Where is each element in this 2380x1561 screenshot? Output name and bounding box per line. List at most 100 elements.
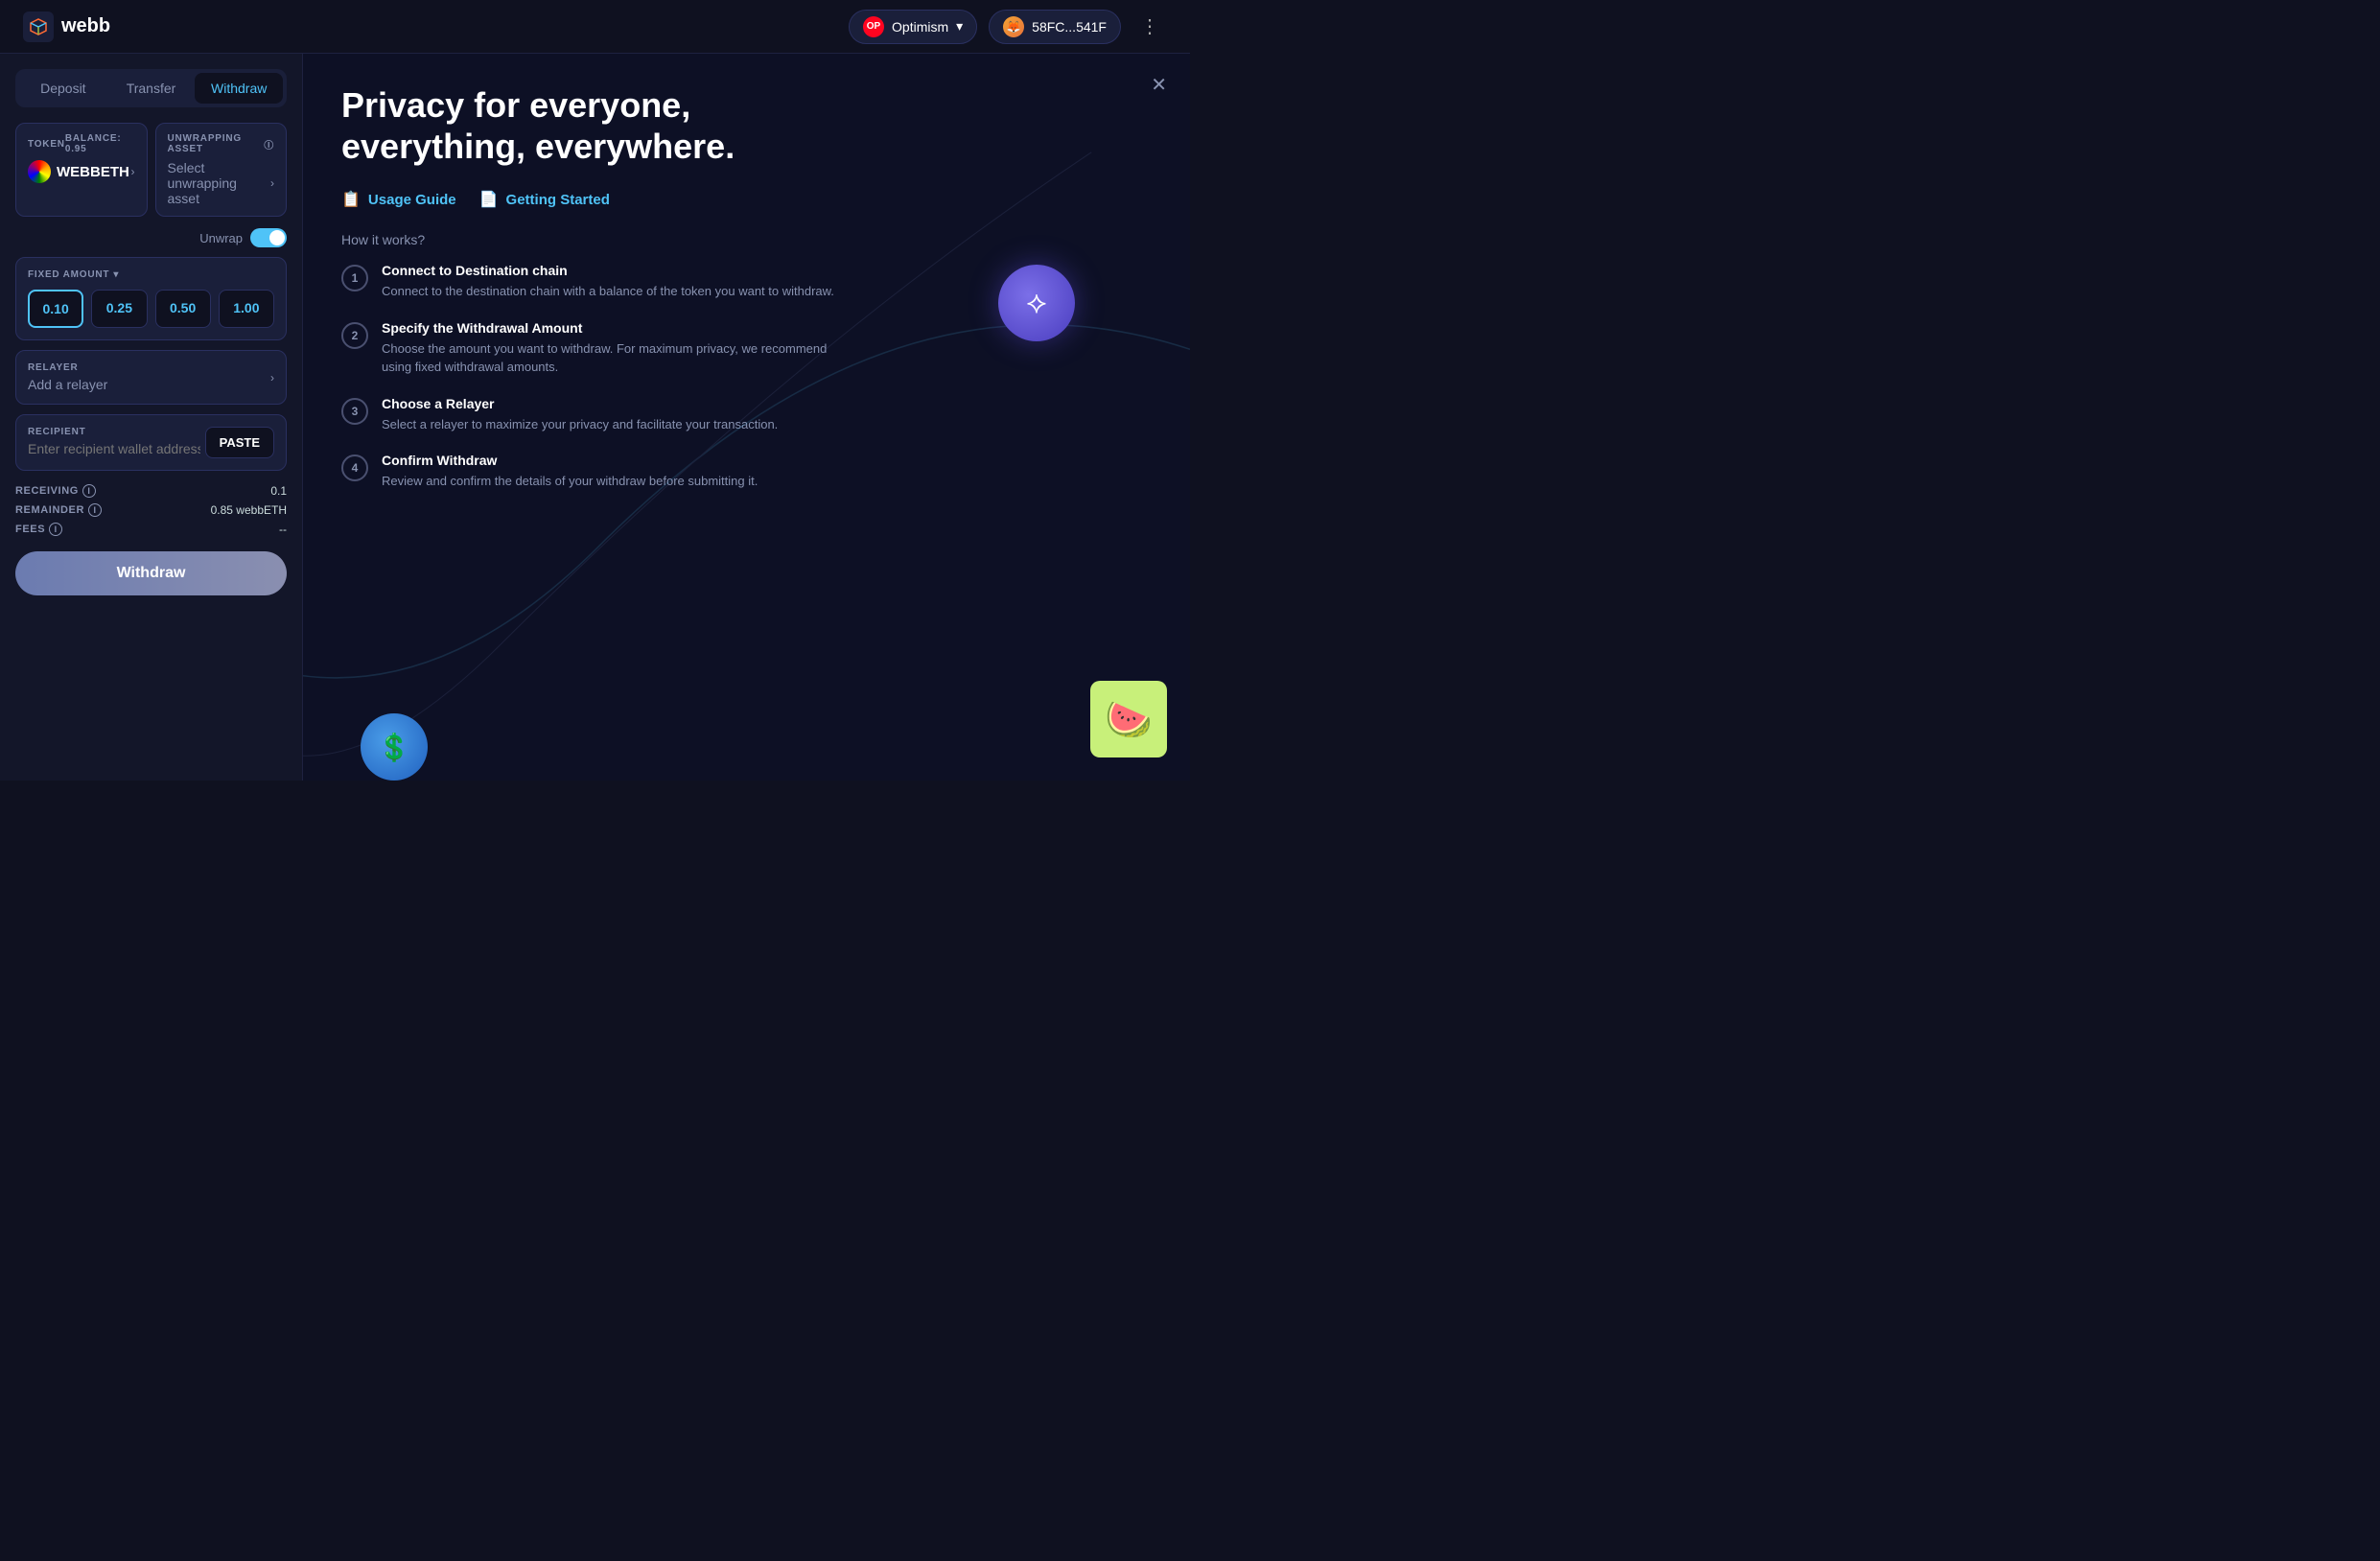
step-3-number: 3 <box>341 398 368 425</box>
usage-guide-icon: 📋 <box>341 190 361 209</box>
receiving-key: RECEIVING i <box>15 484 96 498</box>
hero-title: Privacy for everyone, everything, everyw… <box>341 84 878 167</box>
step-3-content: Choose a Relayer Select a relayer to max… <box>382 396 778 434</box>
eth-symbol: ⟡ <box>1026 285 1046 321</box>
right-panel: ✕ Privacy for everyone, everything, ever… <box>303 54 1190 780</box>
balance-label: BALANCE: 0.95 <box>65 133 135 154</box>
nav-right: OP Optimism ▾ 🦊 58FC...541F ⋮ <box>849 10 1167 44</box>
token-icon <box>28 160 51 183</box>
coin-orb-decoration: 💲 <box>361 713 428 780</box>
unwrapping-label: UNWRAPPING ASSET ⓘ <box>168 133 275 154</box>
step-2-description: Choose the amount you want to withdraw. … <box>382 339 842 377</box>
token-name: WEBBETH <box>57 164 129 180</box>
tab-withdraw[interactable]: Withdraw <box>195 73 283 104</box>
amount-btn-0[interactable]: 0.10 <box>28 290 83 328</box>
recipient-left: RECIPIENT <box>28 427 200 458</box>
token-value-row: WEBBETH › <box>28 160 135 183</box>
step-2-number: 2 <box>341 322 368 349</box>
close-button[interactable]: ✕ <box>1151 73 1167 97</box>
amount-grid: 0.10 0.25 0.50 1.00 <box>28 290 274 328</box>
chain-chevron-icon: ▾ <box>956 18 963 35</box>
unwrapping-asset-box[interactable]: UNWRAPPING ASSET ⓘ Select unwrapping ass… <box>155 123 288 217</box>
step-4-title: Confirm Withdraw <box>382 453 758 468</box>
step-4-content: Confirm Withdraw Review and confirm the … <box>382 453 758 491</box>
tab-bar: Deposit Transfer Withdraw <box>15 69 287 107</box>
relayer-label: RELAYER <box>28 362 107 373</box>
amount-btn-3[interactable]: 1.00 <box>219 290 274 328</box>
usage-guide-label: Usage Guide <box>368 192 456 208</box>
unwrapping-value-row: Select unwrapping asset › <box>168 160 275 206</box>
withdraw-button[interactable]: Withdraw <box>15 551 287 595</box>
recipient-label: RECIPIENT <box>28 427 200 437</box>
more-options-button[interactable]: ⋮ <box>1132 11 1167 42</box>
remainder-value: 0.85 webbETH <box>211 503 287 517</box>
step-4: 4 Confirm Withdraw Review and confirm th… <box>341 453 1152 491</box>
amount-label: FIXED AMOUNT ▾ <box>28 269 274 280</box>
step-3-title: Choose a Relayer <box>382 396 778 411</box>
info-rows: RECEIVING i 0.1 REMAINDER i 0.85 webbETH… <box>15 484 287 536</box>
left-panel: Deposit Transfer Withdraw TOKEN BALANCE:… <box>0 54 303 780</box>
wallet-address: 58FC...541F <box>1032 19 1107 35</box>
amount-section: FIXED AMOUNT ▾ 0.10 0.25 0.50 1.00 <box>15 257 287 340</box>
tab-deposit[interactable]: Deposit <box>19 73 107 104</box>
wallet-button[interactable]: 🦊 58FC...541F <box>989 10 1121 44</box>
guide-tabs: 📋 Usage Guide 📄 Getting Started <box>341 190 1152 213</box>
amount-btn-1[interactable]: 0.25 <box>91 290 147 328</box>
paste-button[interactable]: PASTE <box>205 427 274 458</box>
fees-info-icon: i <box>49 523 62 536</box>
token-box[interactable]: TOKEN BALANCE: 0.95 WEBBETH › <box>15 123 148 217</box>
step-1-description: Connect to the destination chain with a … <box>382 282 834 301</box>
recipient-box: RECIPIENT PASTE <box>15 414 287 471</box>
main-layout: Deposit Transfer Withdraw TOKEN BALANCE:… <box>0 54 1190 780</box>
remainder-info-icon: i <box>88 503 102 517</box>
chain-selector-button[interactable]: OP Optimism ▾ <box>849 10 977 44</box>
relayer-placeholder: Add a relayer <box>28 377 107 392</box>
step-1-content: Connect to Destination chain Connect to … <box>382 263 834 301</box>
receiving-value: 0.1 <box>270 484 287 498</box>
unwrap-toggle-row: Unwrap <box>15 228 287 247</box>
step-2-title: Specify the Withdrawal Amount <box>382 320 842 336</box>
remainder-row: REMAINDER i 0.85 webbETH <box>15 503 287 517</box>
toggle-knob <box>269 230 285 245</box>
remainder-key: REMAINDER i <box>15 503 102 517</box>
token-row: TOKEN BALANCE: 0.95 WEBBETH › UNWRAPPING… <box>15 123 287 217</box>
token-inner: WEBBETH <box>28 160 129 183</box>
getting-started-label: Getting Started <box>506 192 610 208</box>
op-indicator: OP <box>863 16 884 37</box>
getting-started-icon: 📄 <box>479 190 499 209</box>
info-icon: ⓘ <box>264 137 274 151</box>
wallet-avatar: 🦊 <box>1003 16 1024 37</box>
step-4-description: Review and confirm the details of your w… <box>382 472 758 491</box>
amount-dropdown[interactable]: FIXED AMOUNT ▾ <box>28 269 119 280</box>
receiving-row: RECEIVING i 0.1 <box>15 484 287 498</box>
eth-orb-decoration: ⟡ <box>998 265 1075 341</box>
chain-label: Optimism <box>892 19 948 35</box>
step-2-content: Specify the Withdrawal Amount Choose the… <box>382 320 842 377</box>
step-3: 3 Choose a Relayer Select a relayer to m… <box>341 396 1152 434</box>
tab-transfer[interactable]: Transfer <box>107 73 196 104</box>
step-3-description: Select a relayer to maximize your privac… <box>382 415 778 434</box>
pixel-character-decoration: 🍉 <box>1090 681 1167 757</box>
amount-chevron-icon: ▾ <box>113 269 119 280</box>
unwrapping-placeholder: Select unwrapping asset <box>168 160 271 206</box>
unwrap-toggle[interactable] <box>250 228 287 247</box>
recipient-input[interactable] <box>28 441 200 456</box>
step-1-title: Connect to Destination chain <box>382 263 834 278</box>
token-chevron-icon: › <box>131 165 135 178</box>
logo: webb <box>23 12 110 42</box>
step-4-number: 4 <box>341 454 368 481</box>
receiving-info-icon: i <box>82 484 96 498</box>
logo-icon <box>23 12 54 42</box>
logo-text: webb <box>61 15 110 37</box>
tab-getting-started[interactable]: 📄 Getting Started <box>479 190 610 213</box>
how-it-works-label: How it works? <box>341 232 1152 247</box>
amount-btn-2[interactable]: 0.50 <box>155 290 211 328</box>
fees-value: -- <box>279 523 287 536</box>
topnav: webb OP Optimism ▾ 🦊 58FC...541F ⋮ <box>0 0 1190 54</box>
step-1-number: 1 <box>341 265 368 291</box>
relayer-box[interactable]: RELAYER Add a relayer › <box>15 350 287 405</box>
relayer-chevron-icon: › <box>270 371 274 384</box>
tab-usage-guide[interactable]: 📋 Usage Guide <box>341 190 456 213</box>
unwrap-label: Unwrap <box>199 231 243 245</box>
fees-key: FEES i <box>15 523 62 536</box>
